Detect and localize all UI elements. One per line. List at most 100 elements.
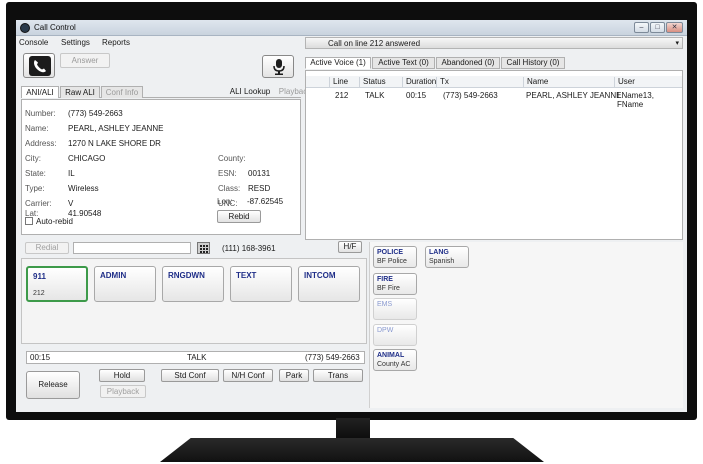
line-admin-button[interactable]: ADMIN [94,266,156,302]
address-label: Address: [25,139,57,148]
state-value: IL [68,169,75,178]
speed-dial-dpw-button[interactable]: DPW [373,324,417,346]
line-intcom-button[interactable]: INTCOM [298,266,360,302]
auto-rebid-label: Auto-rebid [36,217,73,226]
monitor-stand-base [160,438,544,462]
call-status-dropdown[interactable]: Call on line 212 answered ▾ [305,37,683,49]
grid-header: Line Status Duration Tx Name User [306,76,682,88]
menu-reports[interactable]: Reports [102,38,130,47]
speed-dial-animal-button[interactable]: ANIMAL County AC [373,349,417,371]
line-name: 911 [33,272,46,281]
menu-console[interactable]: Console [19,38,48,47]
auto-rebid-checkbox[interactable] [25,217,33,225]
nh-conf-button[interactable]: N/H Conf [223,369,273,382]
line-rngdwn-button[interactable]: RNGDWN [162,266,224,302]
dial-input[interactable] [73,242,191,254]
tab-active-text[interactable]: Active Text (0) [372,57,435,69]
speed-dial-ems-button[interactable]: EMS [373,298,417,320]
speed-dial-sub: BF Fire [377,285,400,292]
maximize-button[interactable]: □ [650,22,665,33]
rebid-button[interactable]: Rebid [217,210,261,223]
speed-dial-lang-button[interactable]: LANG Spanish [425,246,469,268]
trans-button[interactable]: Trans [313,369,363,382]
col-duration[interactable]: Duration [402,77,436,88]
tab-ali-lookup[interactable]: ALI Lookup [225,86,275,98]
lon-label: Lon: [217,197,233,206]
answer-button[interactable]: Answer [60,53,110,68]
line-name: ADMIN [100,271,127,280]
cell-duration: 00:15 [406,91,427,100]
menu-bar: Console Settings Reports [16,37,302,49]
col-user[interactable]: User [614,77,635,88]
redial-button[interactable]: Redial [25,242,69,254]
speed-dial-name: EMS [377,301,393,308]
call-status-text: Call on line 212 answered [328,39,421,48]
std-conf-button[interactable]: Std Conf [161,369,219,382]
tab-conf-info[interactable]: Conf Info [101,86,143,98]
speed-dial-police-button[interactable]: POLICE BF Police [373,246,417,268]
name-label: Name: [25,124,49,133]
speed-dial-name: LANG [429,249,449,256]
col-status[interactable]: Status [359,77,386,88]
release-button[interactable]: Release [26,371,80,399]
tab-ani-ali[interactable]: ANI/ALI [21,86,59,98]
class-value: RESD [248,184,271,193]
tab-call-history[interactable]: Call History (0) [501,57,565,69]
speed-dial-sub: County AC [377,361,411,368]
esn-value: 00131 [248,169,271,178]
microphone-icon [273,59,285,75]
line-text-button[interactable]: TEXT [230,266,292,302]
line-name: INTCOM [304,271,336,280]
app-icon [20,23,30,33]
status-number: (773) 549-2663 [305,353,360,362]
speed-dial-fire-button[interactable]: FIRE BF Fire [373,273,417,295]
microphone-button[interactable] [262,55,294,78]
menu-settings[interactable]: Settings [61,38,90,47]
speed-dial-name: ANIMAL [377,352,405,359]
keypad-icon[interactable] [197,242,210,254]
col-line[interactable]: Line [329,77,348,88]
cell-status: TALK [365,91,385,100]
last-dialed-number: (111) 168-3961 [222,244,276,253]
hands-free-button[interactable]: H/F [338,241,362,253]
close-button[interactable]: ✕ [666,22,683,33]
hold-button[interactable]: Hold [99,369,145,382]
cell-tx: (773) 549-2663 [443,91,498,100]
carrier-value: V [68,199,74,208]
playback-button[interactable]: Playback [100,385,146,398]
type-label: Type: [25,184,45,193]
status-state: TALK [187,353,207,362]
line-sub: 212 [33,290,45,297]
speed-dial-sub: BF Police [377,258,407,265]
line-911-button[interactable]: 911 212 [26,266,88,302]
status-duration: 00:15 [30,353,51,362]
carrier-label: Carrier: [25,199,52,208]
type-value: Wireless [68,184,99,193]
speed-dial-name: POLICE [377,249,404,256]
tab-raw-ali[interactable]: Raw ALI [60,86,100,98]
line-name: RNGDWN [168,271,205,280]
ali-tab-strip: ANI/ALI Raw ALI Conf Info ALI Lookup Pla… [21,86,311,98]
speed-dial-sub: Spanish [429,258,455,265]
park-button[interactable]: Park [279,369,309,382]
tab-abandoned[interactable]: Abandoned (0) [436,57,500,69]
col-tx[interactable]: Tx [436,77,449,88]
name-value: PEARL, ASHLEY JEANNE [68,124,164,133]
tab-active-voice[interactable]: Active Voice (1) [305,57,371,69]
lat-value: 41.90548 [68,209,102,218]
esn-label: ESN: [218,169,237,178]
minimize-button[interactable]: – [634,22,649,33]
speed-dial-panel: POLICE BF Police LANG Spanish FIRE BF Fi… [369,242,683,408]
cell-user: LName13, FName [617,91,654,109]
line-buttons-panel: 911 212 ADMIN RNGDWN TEXT INTCOM [21,258,367,344]
phone-button[interactable] [23,53,55,78]
col-name[interactable]: Name [523,77,548,88]
lon-value: -87.62545 [247,197,284,206]
class-label: Class: [218,184,241,193]
speed-dial-name: DPW [377,327,394,334]
chevron-down-icon: ▾ [675,40,679,47]
address-value: 1270 N LAKE SHORE DR [68,139,161,148]
state-label: State: [25,169,46,178]
title-bar: Call Control – □ ✕ [16,20,687,36]
active-calls-grid: Line Status Duration Tx Name User 212 TA… [305,70,683,240]
